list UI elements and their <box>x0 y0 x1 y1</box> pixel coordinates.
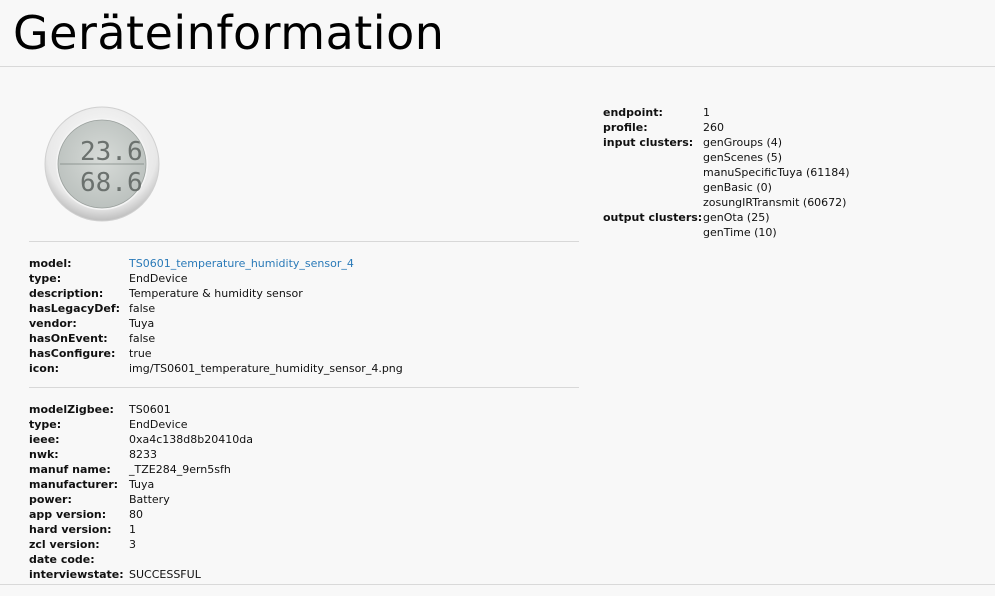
interview-state-row: interviewstate: SUCCESSFUL <box>29 567 253 582</box>
manufacturer-row: manufacturer: Tuya <box>29 477 253 492</box>
input-cluster: zosungIRTransmit (60672) <box>703 196 847 209</box>
endpoint-label: endpoint: <box>603 106 663 119</box>
info-value: false <box>129 332 156 345</box>
output-cluster-row: output clusters: genOta (25) <box>603 210 850 225</box>
input-cluster-row: genScenes (5) <box>603 150 850 165</box>
model-zigbee-row: modelZigbee: TS0601 <box>29 402 253 417</box>
info-label: icon: <box>29 362 60 375</box>
info-value: EndDevice <box>129 272 188 285</box>
input-cluster-row: input clusters: genGroups (4) <box>603 135 850 150</box>
info-value: _TZE284_9ern5sfh <box>129 463 231 476</box>
type-row: type: EndDevice <box>29 417 253 432</box>
input-cluster: manuSpecificTuya (61184) <box>703 166 850 179</box>
profile-row: profile: 260 <box>603 120 850 135</box>
profile-label: profile: <box>603 121 648 134</box>
bottom-divider <box>0 584 995 585</box>
output-cluster: genOta (25) <box>703 211 770 224</box>
lcd-temperature: 23.6 <box>80 137 143 167</box>
input-clusters-label: input clusters: <box>603 136 694 149</box>
info-label: zcl version: <box>29 538 100 551</box>
hard-version-row: hard version: 1 <box>29 522 253 537</box>
page-title: Geräteinformation <box>13 6 445 60</box>
profile-value: 260 <box>703 121 724 134</box>
info-label: interviewstate: <box>29 568 124 581</box>
input-cluster-row: genBasic (0) <box>603 180 850 195</box>
endpoint-info: endpoint: 1 profile: 260 input clusters:… <box>603 105 850 240</box>
zcl-version-row: zcl version: 3 <box>29 537 253 552</box>
info-label: app version: <box>29 508 107 521</box>
section-divider <box>29 241 579 242</box>
endpoint-row: endpoint: 1 <box>603 105 850 120</box>
info-value: TS0601 <box>129 403 171 416</box>
info-value: Battery <box>129 493 170 506</box>
description-row: description: Temperature & humidity sens… <box>29 286 403 301</box>
has-on-event-row: hasOnEvent: false <box>29 331 403 346</box>
endpoint-value: 1 <box>703 106 710 119</box>
input-cluster-row: zosungIRTransmit (60672) <box>603 195 850 210</box>
info-label: hasConfigure: <box>29 347 116 360</box>
info-value: Tuya <box>129 478 155 491</box>
info-value: 1 <box>129 523 136 536</box>
title-divider <box>0 66 995 67</box>
info-value: 80 <box>129 508 143 521</box>
input-cluster: genScenes (5) <box>703 151 783 164</box>
input-cluster: genGroups (4) <box>703 136 783 149</box>
info-value: 8233 <box>129 448 157 461</box>
info-value: 3 <box>129 538 136 551</box>
model-info-list: model: TS0601_temperature_humidity_senso… <box>29 256 403 376</box>
ieee-row: ieee: 0xa4c138d8b20410da <box>29 432 253 447</box>
info-label: hard version: <box>29 523 112 536</box>
lcd-humidity: 68.6 <box>80 168 143 198</box>
info-label: ieee: <box>29 433 60 446</box>
nwk-row: nwk: 8233 <box>29 447 253 462</box>
info-label: type: <box>29 418 62 431</box>
info-label: hasOnEvent: <box>29 332 108 345</box>
has-legacy-def-row: hasLegacyDef: false <box>29 301 403 316</box>
input-cluster-row: manuSpecificTuya (61184) <box>603 165 850 180</box>
date-code-row: date code: <box>29 552 253 567</box>
output-cluster: genTime (10) <box>703 226 777 239</box>
output-clusters-label: output clusters: <box>603 211 703 224</box>
info-label: model: <box>29 257 72 270</box>
info-value: SUCCESSFUL <box>129 568 201 581</box>
vendor-row: vendor: Tuya <box>29 316 403 331</box>
info-label: type: <box>29 272 62 285</box>
manuf-name-row: manuf name: _TZE284_9ern5sfh <box>29 462 253 477</box>
info-label: modelZigbee: <box>29 403 114 416</box>
icon-row: icon: img/TS0601_temperature_humidity_se… <box>29 361 403 376</box>
input-cluster: genBasic (0) <box>703 181 772 194</box>
info-value: EndDevice <box>129 418 188 431</box>
app-version-row: app version: 80 <box>29 507 253 522</box>
info-label: power: <box>29 493 72 506</box>
info-value: Temperature & humidity sensor <box>129 287 303 300</box>
info-value: img/TS0601_temperature_humidity_sensor_4… <box>129 362 403 375</box>
info-value: 0xa4c138d8b20410da <box>129 433 253 446</box>
info-value: true <box>129 347 152 360</box>
info-label: description: <box>29 287 104 300</box>
info-label: date code: <box>29 553 95 566</box>
zigbee-info-list: modelZigbee: TS0601 type: EndDevice ieee… <box>29 402 253 582</box>
info-value: Tuya <box>129 317 155 330</box>
info-label: vendor: <box>29 317 77 330</box>
power-row: power: Battery <box>29 492 253 507</box>
type-row: type: EndDevice <box>29 271 403 286</box>
info-label: nwk: <box>29 448 59 461</box>
output-cluster-row: genTime (10) <box>603 225 850 240</box>
info-label: manufacturer: <box>29 478 119 491</box>
has-configure-row: hasConfigure: true <box>29 346 403 361</box>
info-label: manuf name: <box>29 463 111 476</box>
section-divider <box>29 387 579 388</box>
thermo-hygrometer-device-image: 23.6 68.6 <box>44 106 160 222</box>
model-row: model: TS0601_temperature_humidity_senso… <box>29 256 403 271</box>
info-value: false <box>129 302 156 315</box>
info-label: hasLegacyDef: <box>29 302 121 315</box>
model-link[interactable]: TS0601_temperature_humidity_sensor_4 <box>129 256 354 271</box>
